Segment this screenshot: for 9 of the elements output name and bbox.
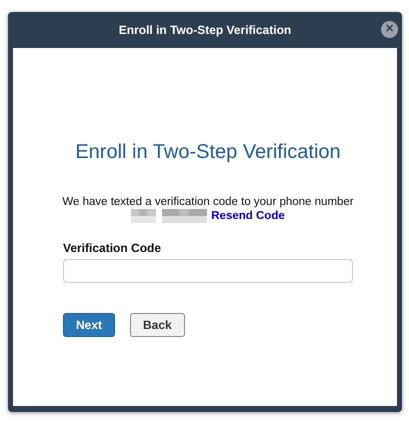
next-button[interactable]: Next <box>63 313 116 337</box>
resend-code-link[interactable]: Resend Code <box>211 210 285 222</box>
message-text: We have texted a verification code to your phone number <box>61 196 355 208</box>
field-label: Verification Code <box>63 241 162 255</box>
window-title: Enroll in Two-Step Verification <box>118 23 292 37</box>
verification-code-field[interactable] <box>63 259 353 283</box>
back-button[interactable]: Back <box>130 313 185 337</box>
close-button[interactable]: ✕ <box>381 21 398 38</box>
page-heading: Enroll in Two-Step Verification <box>74 140 342 164</box>
